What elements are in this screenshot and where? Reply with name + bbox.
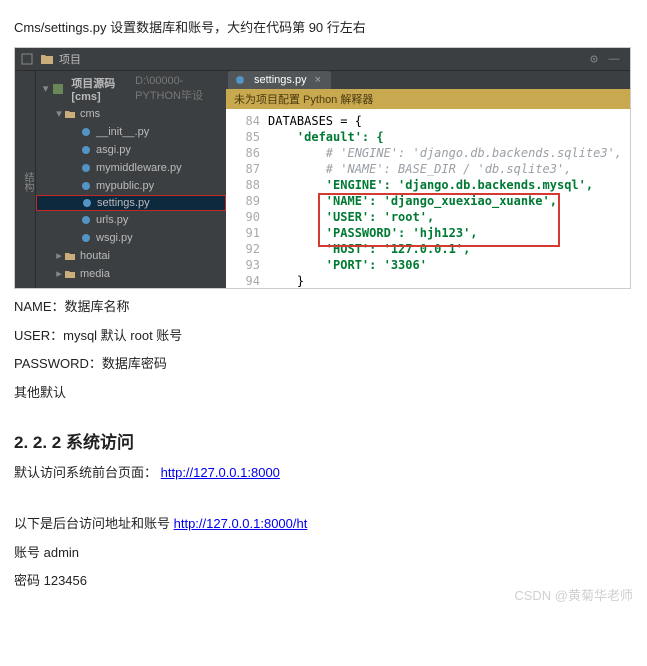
close-icon[interactable]: × [315, 74, 321, 86]
tree-label: pc [80, 286, 92, 288]
python-icon [80, 180, 92, 192]
tree-label: mypublic.py [96, 180, 154, 192]
structure-rail[interactable]: 结构 [15, 71, 36, 288]
tab-settings[interactable]: settings.py × [228, 71, 331, 89]
password-desc: PASSWORD：数据库密码 [14, 354, 633, 375]
file-settings[interactable]: settings.py [36, 195, 226, 211]
editor-tabs: settings.py × [226, 71, 630, 89]
python-icon [80, 144, 92, 156]
code-content[interactable]: DATABASES = { 'default': { # 'ENGINE': '… [268, 113, 630, 288]
folder-icon [64, 250, 76, 262]
name-desc: NAME：数据库名称 [14, 297, 633, 318]
line-gutter: 84 85 86 87 88 89 90 91 92 93 94 95 [226, 113, 268, 288]
other-default: 其他默认 [14, 383, 633, 404]
toolbar-label: 项目 [59, 51, 81, 67]
ide-screenshot: 项目 — 结构 ▾ 项目源码 [cms] D:\00000-PYTHON毕设 ▾ [14, 47, 631, 289]
python-icon [234, 74, 246, 86]
user-desc: USER：mysql 默认 root 账号 [14, 326, 633, 347]
interpreter-warning[interactable]: 未为项目配置 Python 解释器 [226, 89, 630, 109]
python-icon [80, 126, 92, 138]
gear-icon[interactable] [586, 51, 602, 67]
code-area[interactable]: 84 85 86 87 88 89 90 91 92 93 94 95 DATA… [226, 109, 630, 288]
intro-text: Cms/settings.py 设置数据库和账号，大约在代码第 90 行左右 [14, 18, 633, 39]
file-mymiddleware[interactable]: mymiddleware.py [36, 159, 226, 177]
frontend-line: 默认访问系统前台页面： http://127.0.0.1:8000 [14, 463, 633, 484]
tree-label: mymiddleware.py [96, 162, 182, 174]
frontend-prefix: 默认访问系统前台页面： [14, 465, 157, 480]
python-icon [80, 232, 92, 244]
file-urls[interactable]: urls.py [36, 211, 226, 229]
file-init[interactable]: __init__.py [36, 123, 226, 141]
python-icon [80, 162, 92, 174]
folder-icon [64, 108, 76, 120]
watermark: CSDN @黄菊华老师 [514, 585, 633, 604]
folder-icon [64, 268, 76, 280]
folder-icon[interactable] [39, 51, 55, 67]
account-line: 账号 admin [14, 543, 633, 564]
project-tree: ▾ 项目源码 [cms] D:\00000-PYTHON毕设 ▾ cms [36, 71, 226, 288]
tree-label: media [80, 268, 110, 280]
project-root[interactable]: ▾ 项目源码 [cms] D:\00000-PYTHON毕设 [36, 73, 226, 105]
section-heading: 2. 2. 2 系统访问 [14, 428, 633, 453]
tree-label: settings.py [97, 197, 150, 209]
tree-label: __init__.py [96, 126, 149, 138]
backend-prefix: 以下是后台访问地址和账号 [14, 516, 174, 531]
editor-pane: settings.py × 未为项目配置 Python 解释器 84 85 86… [226, 71, 630, 288]
project-name: 项目源码 [cms] [71, 75, 127, 103]
folder-houtai[interactable]: ▸ houtai [36, 247, 226, 265]
tree-label: houtai [80, 250, 110, 262]
file-asgi[interactable]: asgi.py [36, 141, 226, 159]
ide-toolbar: 项目 — [15, 48, 630, 71]
file-mypublic[interactable]: mypublic.py [36, 177, 226, 195]
backend-line: 以下是后台访问地址和账号 http://127.0.0.1:8000/ht [14, 514, 633, 535]
frontend-link[interactable]: http://127.0.0.1:8000 [161, 465, 280, 480]
tree-label: cms [80, 108, 100, 120]
backend-link[interactable]: http://127.0.0.1:8000/ht [174, 516, 308, 531]
folder-pc[interactable]: ▸ pc [36, 283, 226, 288]
tree-label: asgi.py [96, 144, 131, 156]
file-wsgi[interactable]: wsgi.py [36, 229, 226, 247]
tab-label: settings.py [254, 74, 307, 86]
folder-icon [64, 286, 76, 288]
collapse-icon[interactable] [19, 51, 35, 67]
module-icon [53, 83, 63, 95]
project-path: D:\00000-PYTHON毕设 [135, 75, 220, 103]
tree-label: urls.py [96, 214, 128, 226]
folder-media[interactable]: ▸ media [36, 265, 226, 283]
tree-label: wsgi.py [96, 232, 133, 244]
python-icon [81, 197, 93, 209]
python-icon [80, 214, 92, 226]
minimize-icon[interactable]: — [606, 51, 622, 67]
folder-cms[interactable]: ▾ cms [36, 105, 226, 123]
